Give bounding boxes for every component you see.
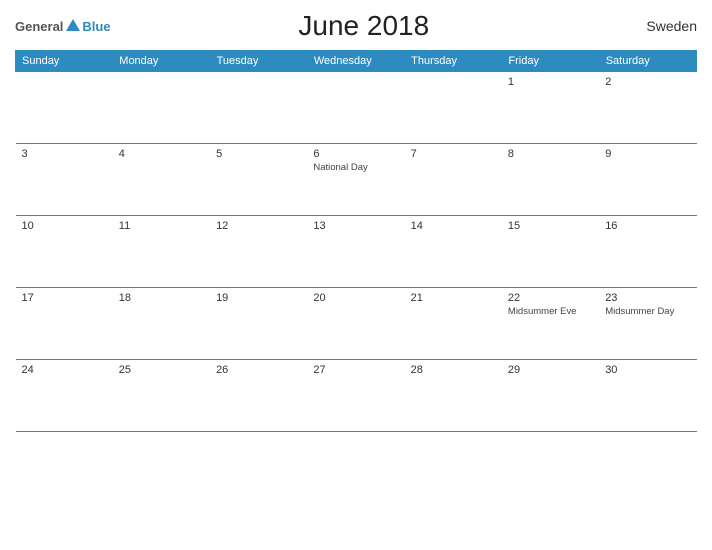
calendar-page: General Blue June 2018 Sweden Sunday Mon… — [0, 0, 712, 550]
calendar-cell: 21 — [405, 288, 502, 360]
calendar-cell: 26 — [210, 360, 307, 432]
calendar-cell: 30 — [599, 360, 696, 432]
day-number: 4 — [119, 148, 204, 160]
weekday-header-row: Sunday Monday Tuesday Wednesday Thursday… — [16, 51, 697, 72]
calendar-cell — [16, 72, 113, 144]
day-number: 10 — [22, 220, 107, 232]
day-number: 27 — [313, 364, 398, 376]
calendar-week-row: 3456 National Day 789 — [16, 144, 697, 216]
day-number: 22 — [508, 292, 593, 304]
calendar-cell: 19 — [210, 288, 307, 360]
calendar-cell: 14 — [405, 216, 502, 288]
col-thursday: Thursday — [405, 51, 502, 72]
day-number: 16 — [605, 220, 690, 232]
logo-blue-text: Blue — [82, 19, 110, 34]
event-label: Midsummer Eve — [508, 306, 593, 318]
calendar-cell: 13 — [307, 216, 404, 288]
calendar-cell — [113, 72, 210, 144]
calendar-week-row: 10 11 12 13 14 15 16 — [16, 216, 697, 288]
day-number: 25 — [119, 364, 204, 376]
day-number: 12 — [216, 220, 301, 232]
logo-triangle-icon — [66, 19, 80, 31]
day-number: 6 — [313, 148, 398, 160]
day-number: 5 — [216, 148, 301, 160]
event-label: Midsummer Day — [605, 306, 690, 318]
day-number: 21 — [411, 292, 496, 304]
header: General Blue June 2018 Sweden — [15, 10, 697, 42]
day-number: 20 — [313, 292, 398, 304]
col-friday: Friday — [502, 51, 599, 72]
calendar-cell: 1 — [502, 72, 599, 144]
calendar-table: Sunday Monday Tuesday Wednesday Thursday… — [15, 50, 697, 432]
calendar-cell: 9 — [599, 144, 696, 216]
day-number: 15 — [508, 220, 593, 232]
calendar-cell: 8 — [502, 144, 599, 216]
calendar-cell: 28 — [405, 360, 502, 432]
day-number: 29 — [508, 364, 593, 376]
day-number: 24 — [22, 364, 107, 376]
col-sunday: Sunday — [16, 51, 113, 72]
day-number: 11 — [119, 220, 204, 232]
day-number: 23 — [605, 292, 690, 304]
day-number: 17 — [22, 292, 107, 304]
calendar-cell: 27 — [307, 360, 404, 432]
col-tuesday: Tuesday — [210, 51, 307, 72]
day-number: 3 — [22, 148, 107, 160]
calendar-cell: 5 — [210, 144, 307, 216]
col-saturday: Saturday — [599, 51, 696, 72]
calendar-cell: 4 — [113, 144, 210, 216]
calendar-week-row: 24 25 26 27 28 29 30 — [16, 360, 697, 432]
calendar-cell: 11 — [113, 216, 210, 288]
day-number: 26 — [216, 364, 301, 376]
day-number: 30 — [605, 364, 690, 376]
day-number: 8 — [508, 148, 593, 160]
day-number: 9 — [605, 148, 690, 160]
calendar-cell — [405, 72, 502, 144]
calendar-cell: 18 — [113, 288, 210, 360]
calendar-cell: 25 — [113, 360, 210, 432]
calendar-cell: 12 — [210, 216, 307, 288]
day-number: 2 — [605, 76, 690, 88]
day-number: 28 — [411, 364, 496, 376]
country-label: Sweden — [617, 18, 697, 34]
day-number: 1 — [508, 76, 593, 88]
col-wednesday: Wednesday — [307, 51, 404, 72]
calendar-cell: 2 — [599, 72, 696, 144]
day-number: 18 — [119, 292, 204, 304]
event-label: National Day — [313, 162, 398, 174]
day-number: 14 — [411, 220, 496, 232]
calendar-title: June 2018 — [111, 10, 617, 42]
calendar-cell — [210, 72, 307, 144]
calendar-week-row: 17 18 19 20 21 22 Midsummer Eve 23 Midsummer Day — [16, 288, 697, 360]
calendar-cell: 10 — [16, 216, 113, 288]
calendar-week-row: 12 — [16, 72, 697, 144]
calendar-cell: 7 — [405, 144, 502, 216]
col-monday: Monday — [113, 51, 210, 72]
calendar-cell: 15 — [502, 216, 599, 288]
calendar-cell — [307, 72, 404, 144]
calendar-cell: 22 Midsummer Eve — [502, 288, 599, 360]
day-number: 19 — [216, 292, 301, 304]
logo-general-text: General — [15, 19, 63, 34]
calendar-cell: 20 — [307, 288, 404, 360]
calendar-cell: 23 Midsummer Day — [599, 288, 696, 360]
logo: General Blue — [15, 19, 111, 34]
calendar-cell: 17 — [16, 288, 113, 360]
day-number: 7 — [411, 148, 496, 160]
calendar-cell: 29 — [502, 360, 599, 432]
calendar-cell: 3 — [16, 144, 113, 216]
calendar-cell: 6 National Day — [307, 144, 404, 216]
calendar-cell: 16 — [599, 216, 696, 288]
day-number: 13 — [313, 220, 398, 232]
calendar-cell: 24 — [16, 360, 113, 432]
